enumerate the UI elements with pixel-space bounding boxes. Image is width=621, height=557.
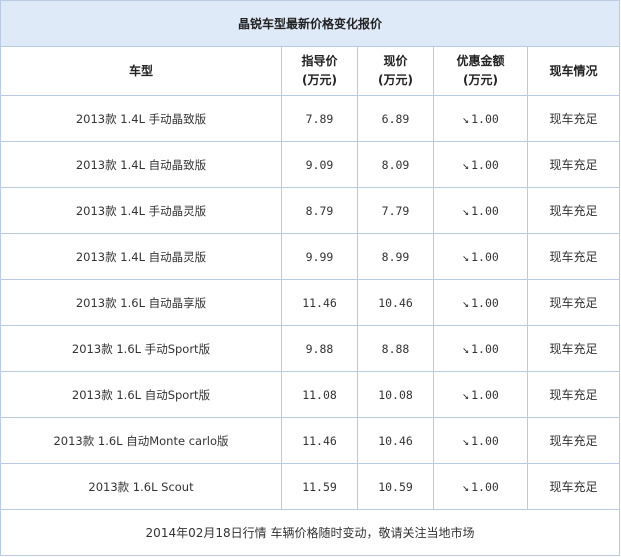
discount-value: 1.00: [471, 341, 499, 356]
cell-stock: 现车充足: [526, 463, 621, 510]
cell-stock: 现车充足: [526, 279, 621, 326]
cell-guide-price: 7.89: [281, 95, 358, 142]
cell-model: 2013款 1.4L 自动晶致版: [0, 141, 282, 188]
cell-model: 2013款 1.4L 手动晶致版: [0, 95, 282, 142]
header-guide-price-unit: (万元): [302, 73, 337, 87]
discount-value: 1.00: [471, 249, 499, 264]
cell-stock: 现车充足: [526, 233, 621, 280]
cell-discount: ↘ 1.00: [433, 463, 528, 510]
cell-model: 2013款 1.6L Scout: [0, 463, 282, 510]
header-guide-price: 指导价 (万元): [281, 46, 358, 96]
cell-current-price: 7.79: [357, 187, 434, 234]
table-row: 2013款 1.4L 手动晶灵版 8.79 7.79 ↘ 1.00 现车充足: [0, 187, 621, 234]
header-current-price-unit: (万元): [378, 73, 413, 87]
cell-current-price: 10.59: [357, 463, 434, 510]
down-arrow-icon: ↘: [462, 341, 470, 356]
header-discount: 优惠金额 (万元): [433, 46, 528, 96]
cell-stock: 现车充足: [526, 141, 621, 188]
cell-model: 2013款 1.6L 自动晶享版: [0, 279, 282, 326]
cell-stock: 现车充足: [526, 417, 621, 464]
cell-current-price: 10.46: [357, 279, 434, 326]
down-arrow-icon: ↘: [462, 249, 470, 264]
header-stock: 现车情况: [526, 46, 621, 96]
down-arrow-icon: ↘: [462, 111, 470, 126]
table-footer-note: 2014年02月18日行情 车辆价格随时变动，敬请关注当地市场: [0, 509, 621, 556]
cell-current-price: 8.88: [357, 325, 434, 372]
table-title: 晶锐车型最新价格变化报价: [0, 0, 621, 47]
cell-discount: ↘ 1.00: [433, 233, 528, 280]
cell-model: 2013款 1.4L 手动晶灵版: [0, 187, 282, 234]
down-arrow-icon: ↘: [462, 203, 470, 218]
cell-current-price: 10.08: [357, 371, 434, 418]
title-row: 晶锐车型最新价格变化报价: [0, 0, 621, 47]
cell-guide-price: 9.09: [281, 141, 358, 188]
cell-current-price: 6.89: [357, 95, 434, 142]
table-row: 2013款 1.6L 自动Sport版 11.08 10.08 ↘ 1.00 现车充足: [0, 371, 621, 418]
cell-stock: 现车充足: [526, 325, 621, 372]
cell-guide-price: 11.46: [281, 417, 358, 464]
down-arrow-icon: ↘: [462, 387, 470, 402]
table-row: 2013款 1.4L 手动晶致版 7.89 6.89 ↘ 1.00 现车充足: [0, 95, 621, 142]
cell-discount: ↘ 1.00: [433, 371, 528, 418]
cell-model: 2013款 1.6L 自动Sport版: [0, 371, 282, 418]
table-body: 晶锐车型最新价格变化报价 车型 指导价 (万元) 现价 (万元) 优惠金额 (万…: [0, 0, 621, 556]
cell-stock: 现车充足: [526, 95, 621, 142]
table-row: 2013款 1.6L 手动Sport版 9.88 8.88 ↘ 1.00 现车充足: [0, 325, 621, 372]
table-row: 2013款 1.6L 自动Monte carlo版 11.46 10.46 ↘ 1.00…: [0, 417, 621, 464]
down-arrow-icon: ↘: [462, 157, 470, 172]
cell-model: 2013款 1.6L 自动Monte carlo版: [0, 417, 282, 464]
table-row: 2013款 1.4L 自动晶灵版 9.99 8.99 ↘ 1.00 现车充足: [0, 233, 621, 280]
table-row: 2013款 1.6L 自动晶享版 11.46 10.46 ↘ 1.00 现车充足: [0, 279, 621, 326]
footer-row: 2014年02月18日行情 车辆价格随时变动，敬请关注当地市场: [0, 509, 621, 556]
down-arrow-icon: ↘: [462, 295, 470, 310]
header-discount-label: 优惠金额: [456, 54, 505, 68]
cell-current-price: 10.46: [357, 417, 434, 464]
header-discount-unit: (万元): [463, 73, 498, 87]
discount-value: 1.00: [471, 203, 499, 218]
down-arrow-icon: ↘: [462, 433, 470, 448]
cell-model: 2013款 1.6L 手动Sport版: [0, 325, 282, 372]
cell-current-price: 8.09: [357, 141, 434, 188]
discount-value: 1.00: [471, 433, 499, 448]
discount-value: 1.00: [471, 295, 499, 310]
down-arrow-icon: ↘: [462, 479, 470, 494]
discount-value: 1.00: [471, 387, 499, 402]
header-guide-price-label: 指导价: [301, 54, 338, 68]
discount-value: 1.00: [471, 479, 499, 494]
price-table: 晶锐车型最新价格变化报价 车型 指导价 (万元) 现价 (万元) 优惠金额 (万…: [0, 0, 621, 556]
cell-discount: ↘ 1.00: [433, 187, 528, 234]
cell-guide-price: 9.99: [281, 233, 358, 280]
header-current-price: 现价 (万元): [357, 46, 434, 96]
cell-guide-price: 8.79: [281, 187, 358, 234]
cell-discount: ↘ 1.00: [433, 325, 528, 372]
cell-stock: 现车充足: [526, 187, 621, 234]
discount-value: 1.00: [471, 111, 499, 126]
cell-guide-price: 9.88: [281, 325, 358, 372]
cell-current-price: 8.99: [357, 233, 434, 280]
cell-discount: ↘ 1.00: [433, 417, 528, 464]
header-row: 车型 指导价 (万元) 现价 (万元) 优惠金额 (万元) 现车情况: [0, 46, 621, 96]
header-model: 车型: [0, 46, 282, 96]
cell-guide-price: 11.46: [281, 279, 358, 326]
table-row: 2013款 1.6L Scout 11.59 10.59 ↘ 1.00 现车充足: [0, 463, 621, 510]
discount-value: 1.00: [471, 157, 499, 172]
table-row: 2013款 1.4L 自动晶致版 9.09 8.09 ↘ 1.00 现车充足: [0, 141, 621, 188]
cell-discount: ↘ 1.00: [433, 141, 528, 188]
cell-guide-price: 11.08: [281, 371, 358, 418]
cell-stock: 现车充足: [526, 371, 621, 418]
cell-discount: ↘ 1.00: [433, 95, 528, 142]
header-current-price-label: 现价: [383, 54, 408, 68]
cell-discount: ↘ 1.00: [433, 279, 528, 326]
cell-guide-price: 11.59: [281, 463, 358, 510]
cell-model: 2013款 1.4L 自动晶灵版: [0, 233, 282, 280]
